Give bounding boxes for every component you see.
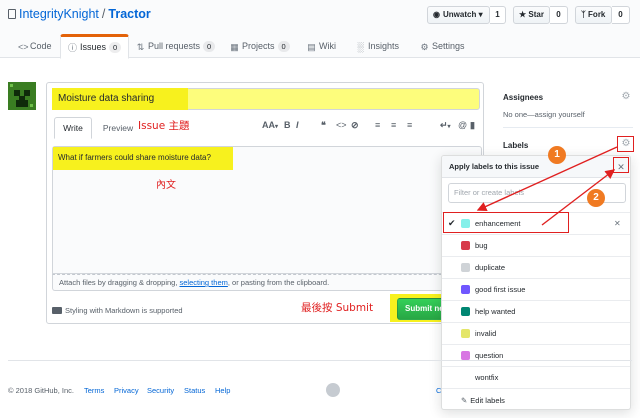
annotation-arrows (476, 146, 618, 226)
footer-link-terms[interactable]: Terms (84, 386, 104, 395)
step-badge-1: 1 (548, 146, 566, 164)
github-logo-icon[interactable] (326, 383, 340, 397)
footer-link-help[interactable]: Help (215, 386, 230, 395)
footer-divider (8, 360, 632, 361)
step-badge-2: 2 (587, 189, 605, 207)
footer-copyright: © 2018 GitHub, Inc. (8, 386, 74, 395)
footer-link-status[interactable]: Status (184, 386, 205, 395)
footer-link-privacy[interactable]: Privacy (114, 386, 139, 395)
footer-link-contact[interactable]: C (436, 386, 441, 395)
footer-link-security[interactable]: Security (147, 386, 174, 395)
